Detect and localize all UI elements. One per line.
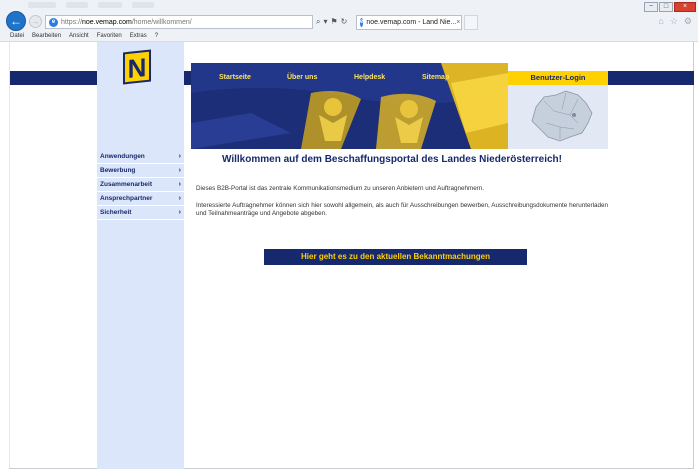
lock-icon[interactable]: ⚑ [331,17,338,27]
browser-chrome: − □ × ← → e https://noe.vemap.com/home/w… [0,0,698,42]
nav-helpdesk[interactable]: Helpdesk [354,74,385,81]
side-item-ansprechpartner[interactable]: Ansprechpartner › [97,192,184,206]
toolbar-icons: ⌂ ☆ ⚙ [658,16,692,27]
address-icons: ⌕ ▾ ⚑ ↻ [316,17,347,27]
side-item-zusammenarbeit[interactable]: Zusammenarbeit › [97,178,184,192]
chevron-right-icon: › [178,195,181,202]
address-bar[interactable]: e https://noe.vemap.com/home/willkommen/ [45,15,313,29]
background-tab[interactable] [98,2,122,8]
url-prefix: https:// [61,18,83,26]
side-navigation: Anwendungen › Bewerbung › Zusammenarbeit… [97,150,184,220]
background-tab[interactable] [132,2,154,8]
menu-datei[interactable]: Datei [10,31,24,41]
back-button[interactable]: ← [6,11,26,31]
side-item-sicherheit[interactable]: Sicherheit › [97,206,184,220]
background-tab[interactable] [66,2,88,8]
page-border-right [693,42,694,469]
side-item-label: Sicherheit [100,209,132,216]
nav-sitemap[interactable]: Sitemap [422,74,449,81]
intro-paragraph: Dieses B2B-Portal ist das zentrale Kommu… [196,185,485,192]
nav-startseite[interactable]: Startseite [219,74,251,81]
forward-button[interactable]: → [29,15,42,28]
chevron-right-icon: › [178,167,181,174]
chevron-right-icon: › [178,153,181,160]
side-item-bewerbung[interactable]: Bewerbung › [97,164,184,178]
page-title: Willkommen auf dem Beschaffungsportal de… [222,154,562,165]
chevron-right-icon: › [178,181,181,188]
menu-bearbeiten[interactable]: Bearbeiten [32,31,61,41]
menu-bar: Datei Bearbeiten Ansicht Favoriten Extra… [0,31,698,41]
login-button[interactable]: Benutzer-Login [508,71,608,85]
active-tab[interactable]: e noe.vemap.com - Land Nie... × [356,15,462,30]
lower-austria-map-icon[interactable] [526,87,596,145]
side-item-label: Anwendungen [100,153,145,160]
url-domain: noe.vemap.com [82,18,132,26]
tab-close-icon[interactable]: × [456,19,460,26]
web-page: N Startseite Über uns Helpdesk Sitemap B… [0,42,698,469]
tab-favicon: e [360,18,364,27]
forward-arrow-icon: → [31,17,40,26]
new-tab-button[interactable] [464,15,478,30]
tab-title: noe.vemap.com - Land Nie... [366,19,457,26]
menu-ansicht[interactable]: Ansicht [69,31,89,41]
menu-help[interactable]: ? [155,31,158,41]
background-tab[interactable] [28,2,56,8]
search-icon[interactable]: ⌕ [316,17,320,27]
url-path: /home/willkommen/ [131,18,192,26]
header-banner: Startseite Über uns Helpdesk Sitemap [191,63,508,149]
gear-icon[interactable]: ⚙ [684,16,692,27]
login-panel: Benutzer-Login [508,71,608,149]
side-item-label: Ansprechpartner [100,195,153,202]
announcements-button[interactable]: Hier geht es zu den aktuellen Bekanntmac… [264,249,527,265]
site-logo[interactable]: N [123,49,151,85]
chevron-right-icon: › [178,209,181,216]
dropdown-icon[interactable]: ▾ [323,17,327,27]
star-icon[interactable]: ☆ [670,16,678,27]
refresh-icon[interactable]: ↻ [341,17,348,27]
sidebar [97,42,184,469]
page-border-left [9,42,10,469]
menu-extras[interactable]: Extras [130,31,147,41]
logo-letter: N [127,52,147,84]
side-item-label: Zusammenarbeit [100,181,153,188]
menu-favoriten[interactable]: Favoriten [97,31,122,41]
home-icon[interactable]: ⌂ [658,16,663,27]
background-tabs [28,2,154,10]
back-arrow-icon: ← [10,14,22,28]
site-icon: e [49,17,58,27]
url-text[interactable]: https://noe.vemap.com/home/willkommen/ [61,19,192,26]
side-item-label: Bewerbung [100,167,136,174]
side-item-anwendungen[interactable]: Anwendungen › [97,150,184,164]
info-paragraph: Interessierte Auftragnehmer können sich … [196,202,608,217]
nav-ueber-uns[interactable]: Über uns [287,74,317,81]
navigation-row: ← → e https://noe.vemap.com/home/willkom… [0,11,698,31]
